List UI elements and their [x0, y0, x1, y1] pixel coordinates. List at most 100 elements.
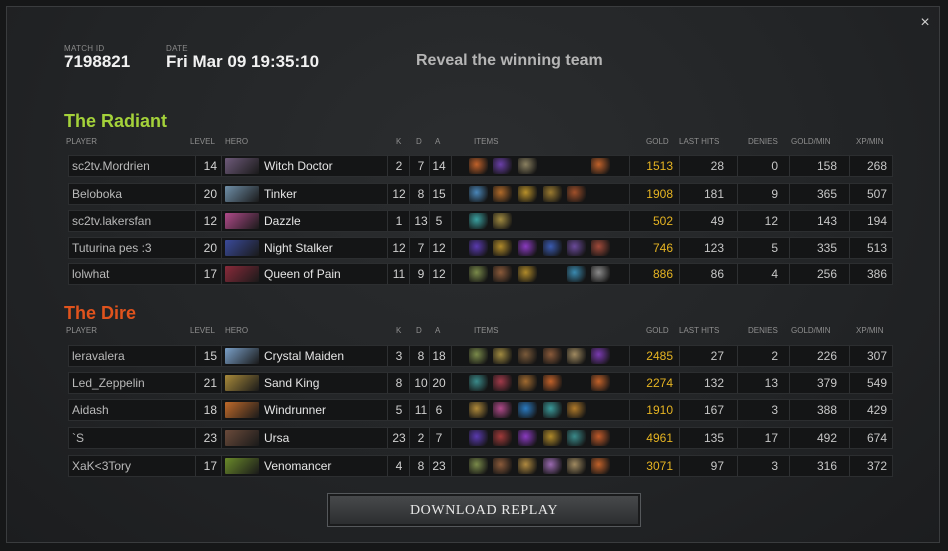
item-icon[interactable]	[591, 430, 610, 446]
deaths: 8	[417, 349, 425, 363]
dire-player-row[interactable]: Led_Zeppelin 21 Sand King 8 10 20 2274 132 13 379…	[68, 372, 893, 394]
radiant-player-row[interactable]: sc2tv.Mordrien 14 Witch Doctor 2 7 14 1513 28 0 1…	[68, 155, 893, 177]
radiant-col-hero: HERO	[225, 137, 249, 146]
hero-name[interactable]: Witch Doctor	[264, 156, 333, 176]
item-icon[interactable]	[469, 240, 488, 256]
hero-name[interactable]: Sand King	[264, 373, 319, 393]
player-name[interactable]: `S	[72, 428, 84, 448]
player-name[interactable]: Beloboka	[72, 184, 122, 204]
item-icon[interactable]	[518, 240, 537, 256]
item-icon[interactable]	[469, 348, 488, 364]
dire-player-row[interactable]: `S 23 Ursa 23 2 7 4961 135 17 492 674	[68, 427, 893, 449]
item-icon[interactable]	[543, 430, 562, 446]
kills: 11	[392, 267, 406, 281]
download-replay-button[interactable]: DOWNLOAD REPLAY	[327, 493, 641, 527]
item-icon[interactable]	[567, 348, 586, 364]
dire-player-row[interactable]: Aidash 18 Windrunner 5 11 6 1910 167 3 388 429	[68, 399, 893, 421]
item-icon[interactable]	[567, 186, 586, 202]
item-icon[interactable]	[493, 240, 512, 256]
hero-portrait	[225, 430, 259, 446]
hero-name[interactable]: Venomancer	[264, 456, 331, 476]
dire-player-row[interactable]: leravalera 15 Crystal Maiden 3 8 18 2485 27 2 226…	[68, 345, 893, 367]
item-icon[interactable]	[543, 240, 562, 256]
player-name[interactable]: lolwhat	[72, 264, 109, 284]
item-icon[interactable]	[493, 402, 512, 418]
item-icon[interactable]	[518, 402, 537, 418]
item-icon[interactable]	[543, 186, 562, 202]
hero-name[interactable]: Night Stalker	[264, 238, 333, 258]
item-icon[interactable]	[493, 430, 512, 446]
column-divider	[849, 184, 850, 204]
close-icon[interactable]: ×	[916, 14, 934, 32]
gold: 502	[652, 214, 673, 228]
radiant-col-d: D	[416, 137, 422, 146]
item-icon[interactable]	[543, 402, 562, 418]
hero-name[interactable]: Dazzle	[264, 211, 301, 231]
last-hits: 97	[710, 459, 724, 473]
hero-name[interactable]: Windrunner	[264, 400, 326, 420]
item-icon[interactable]	[493, 375, 512, 391]
item-icon[interactable]	[493, 158, 512, 174]
hero-name[interactable]: Ursa	[264, 428, 289, 448]
item-icon[interactable]	[543, 375, 562, 391]
item-icon[interactable]	[518, 348, 537, 364]
item-icon[interactable]	[469, 158, 488, 174]
gold-per-min: 316	[816, 459, 837, 473]
item-icon[interactable]	[518, 186, 537, 202]
item-icon[interactable]	[493, 186, 512, 202]
column-divider	[849, 264, 850, 284]
item-icon[interactable]	[493, 348, 512, 364]
item-icon[interactable]	[469, 266, 488, 282]
reveal-winner-link[interactable]: Reveal the winning team	[416, 52, 603, 70]
item-icon[interactable]	[469, 213, 488, 229]
item-icon[interactable]	[567, 266, 586, 282]
dire-player-row[interactable]: XaK<3Tory 17 Venomancer 4 8 23 3071 97 3 316 372	[68, 455, 893, 477]
hero-name[interactable]: Queen of Pain	[264, 264, 341, 284]
item-icon[interactable]	[518, 158, 537, 174]
item-icon[interactable]	[518, 430, 537, 446]
player-name[interactable]: leravalera	[72, 346, 125, 366]
radiant-player-row[interactable]: lolwhat 17 Queen of Pain 11 9 12 886 86 4 256 386	[68, 263, 893, 285]
radiant-player-row[interactable]: Tuturina pes :3 20 Night Stalker 12 7 12 746 12…	[68, 237, 893, 259]
item-icon[interactable]	[591, 266, 610, 282]
player-name[interactable]: Aidash	[72, 400, 109, 420]
item-icon[interactable]	[469, 402, 488, 418]
item-icon[interactable]	[493, 213, 512, 229]
item-icon[interactable]	[543, 348, 562, 364]
column-divider	[789, 211, 790, 231]
hero-name[interactable]: Tinker	[264, 184, 297, 204]
item-icon[interactable]	[591, 348, 610, 364]
hero-portrait	[225, 240, 259, 256]
item-icon[interactable]	[493, 458, 512, 474]
item-icon[interactable]	[469, 430, 488, 446]
hero-name[interactable]: Crystal Maiden	[264, 346, 344, 366]
radiant-player-row[interactable]: sc2tv.lakersfan 12 Dazzle 1 13 5 502 49 12 143 194	[68, 210, 893, 232]
item-icon[interactable]	[567, 240, 586, 256]
item-icon[interactable]	[518, 375, 537, 391]
item-icon[interactable]	[469, 186, 488, 202]
item-icon[interactable]	[591, 240, 610, 256]
player-name[interactable]: XaK<3Tory	[72, 456, 131, 476]
item-icon[interactable]	[469, 458, 488, 474]
kills: 8	[395, 376, 403, 390]
item-icon[interactable]	[567, 402, 586, 418]
player-name[interactable]: Led_Zeppelin	[72, 373, 145, 393]
player-name[interactable]: sc2tv.Mordrien	[72, 156, 150, 176]
gold: 1513	[646, 159, 673, 173]
item-icon[interactable]	[591, 375, 610, 391]
item-icon[interactable]	[469, 375, 488, 391]
radiant-player-row[interactable]: Beloboka 20 Tinker 12 8 15 1908 181 9 365 507	[68, 183, 893, 205]
item-icon[interactable]	[543, 458, 562, 474]
dire-col-gpm: GOLD/MIN	[791, 326, 831, 335]
item-icon[interactable]	[518, 266, 537, 282]
column-divider	[629, 264, 630, 284]
item-icon[interactable]	[567, 458, 586, 474]
item-icon[interactable]	[518, 458, 537, 474]
kills: 23	[392, 431, 406, 445]
player-name[interactable]: sc2tv.lakersfan	[72, 211, 151, 231]
item-icon[interactable]	[493, 266, 512, 282]
item-icon[interactable]	[591, 158, 610, 174]
item-icon[interactable]	[591, 458, 610, 474]
item-icon[interactable]	[567, 430, 586, 446]
player-name[interactable]: Tuturina pes :3	[72, 238, 152, 258]
